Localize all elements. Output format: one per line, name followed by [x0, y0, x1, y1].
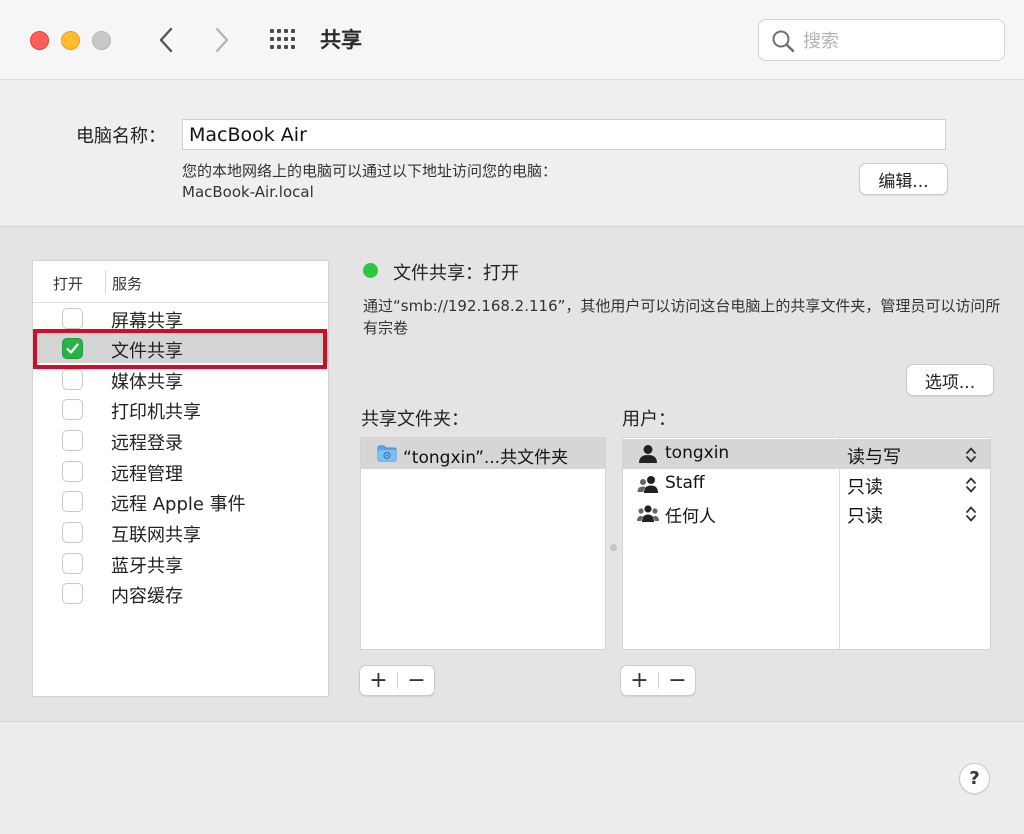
title-bar: 共享: [0, 0, 1024, 80]
back-button[interactable]: [152, 24, 180, 56]
updown-chevron-icon[interactable]: [964, 475, 978, 495]
service-checkbox[interactable]: [62, 399, 83, 420]
user-row[interactable]: Staff 只读: [623, 469, 990, 499]
search-field[interactable]: [758, 19, 1005, 61]
users-list[interactable]: tongxin 读与写 Staff 只读 任何人 只读: [622, 437, 991, 650]
shared-folders-label: 共享文件夹：: [361, 409, 469, 430]
service-label: 内容缓存: [111, 586, 183, 607]
shared-folders-list[interactable]: “tongxin”...共文件夹: [360, 437, 606, 650]
group-user-icon: [637, 474, 659, 494]
service-checkbox[interactable]: [62, 491, 83, 512]
service-checkbox[interactable]: [62, 522, 83, 543]
service-row[interactable]: 远程登录: [33, 425, 328, 455]
permission-select[interactable]: 读与写: [847, 443, 901, 469]
chevron-left-icon: [159, 27, 173, 53]
list-item[interactable]: “tongxin”...共文件夹: [361, 438, 605, 469]
service-checkbox[interactable]: [62, 430, 83, 451]
everyone-icon: [637, 503, 659, 523]
add-user-button[interactable]: +: [621, 666, 658, 695]
user-name: 任何人: [665, 507, 716, 527]
search-input[interactable]: [803, 28, 993, 54]
column-header-on[interactable]: 打开: [53, 273, 83, 294]
forward-button[interactable]: [208, 24, 236, 56]
search-icon: [772, 30, 795, 53]
service-row[interactable]: 远程 Apple 事件: [33, 486, 328, 516]
service-label: 互联网共享: [111, 525, 201, 546]
remove-folder-button[interactable]: −: [398, 666, 435, 695]
single-user-icon: [637, 444, 659, 464]
service-label: 远程登录: [111, 433, 183, 454]
service-row[interactable]: 互联网共享: [33, 517, 328, 547]
updown-chevron-icon[interactable]: [964, 504, 978, 524]
minimize-window-button[interactable]: [61, 31, 80, 50]
column-header-service[interactable]: 服务: [112, 273, 142, 294]
service-label: 远程管理: [111, 464, 183, 485]
permission-select[interactable]: 只读: [847, 502, 883, 528]
window-title: 共享: [320, 28, 362, 52]
remove-user-button[interactable]: −: [659, 666, 696, 695]
local-address-text: 您的本地网络上的电脑可以通过以下地址访问您的电脑：: [182, 162, 558, 180]
close-window-button[interactable]: [30, 31, 49, 50]
service-label: 远程 Apple 事件: [111, 494, 246, 515]
users-label: 用户：: [622, 409, 676, 430]
service-row[interactable]: 远程管理: [33, 456, 328, 486]
service-row[interactable]: 蓝牙共享: [33, 548, 328, 578]
service-checkbox[interactable]: [62, 553, 83, 574]
sharing-preferences-window: 共享 电脑名称： 您的本地网络上的电脑可以通过以下地址访问您的电脑： MacBo…: [0, 0, 1024, 834]
computer-name-field[interactable]: [182, 119, 946, 150]
status-title: 文件共享：打开: [393, 263, 519, 284]
add-folder-button[interactable]: +: [360, 666, 397, 695]
service-list: 打开 服务 屏幕共享 文件共享 媒体共享 打印机共享 远程登录 远程管理 远程 Apple …: [32, 260, 329, 697]
service-row[interactable]: 内容缓存: [33, 578, 328, 608]
user-row[interactable]: tongxin 读与写: [623, 439, 990, 469]
service-checkbox[interactable]: [62, 308, 83, 329]
status-description: 通过“smb://192.168.2.116”，其他用户可以访问这台电脑上的共享…: [363, 297, 1001, 337]
edit-button[interactable]: 编辑...: [859, 163, 948, 195]
annotation-highlight-box: [33, 329, 327, 369]
user-name: Staff: [665, 473, 705, 493]
show-all-button[interactable]: [268, 26, 300, 54]
local-address-description: 您的本地网络上的电脑可以通过以下地址访问您的电脑： MacBook-Air.lo…: [182, 161, 557, 203]
service-row[interactable]: 打印机共享: [33, 394, 328, 424]
service-label: 蓝牙共享: [111, 556, 183, 577]
help-button[interactable]: ?: [959, 763, 990, 794]
local-hostname: MacBook-Air.local: [182, 183, 314, 201]
status-indicator: [363, 263, 378, 278]
service-checkbox[interactable]: [62, 369, 83, 390]
service-list-header: 打开 服务: [33, 261, 328, 303]
zoom-window-button[interactable]: [92, 31, 111, 50]
service-checkbox[interactable]: [62, 461, 83, 482]
shared-folder-icon: [377, 445, 397, 462]
permission-select[interactable]: 只读: [847, 473, 883, 499]
service-label: 媒体共享: [111, 372, 183, 393]
service-checkbox[interactable]: [62, 583, 83, 604]
grid-icon: [270, 29, 295, 49]
user-name: tongxin: [665, 443, 730, 463]
computer-name-panel: [0, 81, 1024, 226]
options-button[interactable]: 选项...: [906, 364, 994, 396]
service-label: 打印机共享: [111, 402, 201, 423]
shared-folder-name: “tongxin”...共文件夹: [403, 448, 569, 468]
chevron-right-icon: [215, 27, 229, 53]
folders-add-remove: + −: [359, 665, 435, 696]
split-view-handle[interactable]: [610, 544, 617, 551]
updown-chevron-icon[interactable]: [964, 445, 978, 465]
column-divider: [105, 270, 106, 294]
user-row[interactable]: 任何人 只读: [623, 498, 990, 528]
users-add-remove: + −: [620, 665, 696, 696]
computer-name-label: 电脑名称：: [76, 126, 166, 147]
